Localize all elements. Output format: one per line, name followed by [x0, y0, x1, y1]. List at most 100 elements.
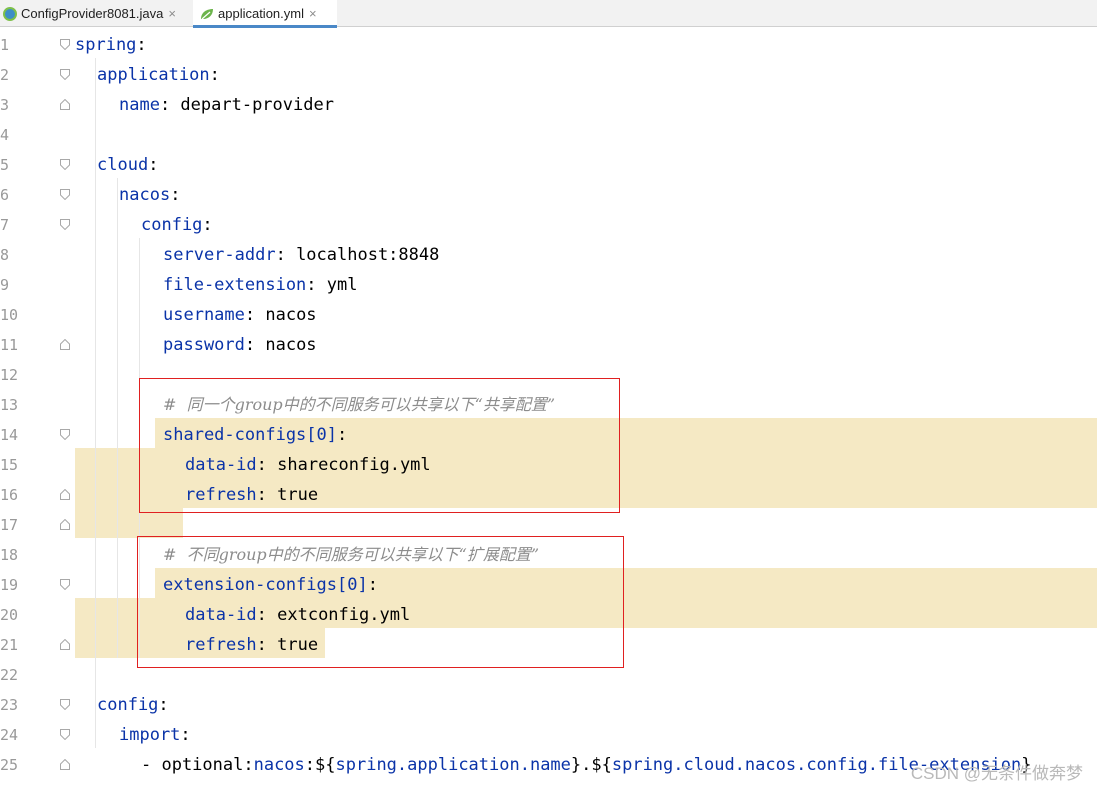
close-icon[interactable]: × — [168, 6, 176, 21]
code-line[interactable]: 8 server-addr: localhost:8848 — [0, 240, 1097, 270]
code-editor[interactable]: 1 spring: 2 application: 3 name: depart-provi… — [0, 28, 1097, 792]
yaml-leaf-icon — [201, 8, 213, 19]
code-line[interactable]: 1 spring: — [0, 30, 1097, 60]
line-number: 8 — [0, 246, 10, 264]
code-text: name: depart-provider — [119, 90, 334, 120]
annotation-box-extension-configs — [137, 536, 624, 668]
line-number: 16 — [0, 486, 19, 504]
code-line[interactable]: 11 password: nacos — [0, 330, 1097, 360]
yaml-value: : localhost:8848 — [275, 245, 440, 265]
line-number: 2 — [0, 66, 10, 84]
code-text: spring: — [75, 30, 147, 60]
yaml-key: spring.application.name — [335, 755, 571, 775]
close-icon[interactable]: × — [309, 6, 317, 21]
code-line[interactable]: 3 name: depart-provider — [0, 90, 1097, 120]
yaml-key: config — [141, 215, 203, 235]
code-text: nacos: — [119, 180, 180, 210]
yaml-value: : nacos — [244, 335, 317, 355]
code-line[interactable]: 24 import: — [0, 720, 1097, 750]
yaml-value: : yml — [306, 275, 358, 295]
code-line[interactable]: 9 file-extension: yml — [0, 270, 1097, 300]
yaml-key: file-extension — [163, 275, 307, 295]
code-line[interactable]: 6 nacos: — [0, 180, 1097, 210]
yaml-key: nacos — [253, 755, 305, 775]
line-number: 4 — [0, 126, 10, 144]
fold-marker-icon[interactable] — [60, 69, 70, 80]
yaml-value: - optional: — [141, 755, 254, 775]
yaml-value: :${ — [304, 755, 336, 775]
fold-marker-icon[interactable] — [60, 339, 70, 350]
code-line[interactable]: 10 username: nacos — [0, 300, 1097, 330]
fold-marker-icon[interactable] — [60, 699, 70, 710]
code-line[interactable]: 7 config: — [0, 210, 1097, 240]
code-text: application: — [97, 60, 220, 90]
yaml-key: nacos — [119, 185, 171, 205]
yaml-key: spring — [75, 35, 137, 55]
fold-marker-icon[interactable] — [60, 519, 70, 530]
line-number: 7 — [0, 216, 10, 234]
yaml-value: : — [170, 185, 181, 205]
yaml-value: : — [209, 65, 220, 85]
line-number: 18 — [0, 546, 19, 564]
annotation-box-shared-configs — [139, 378, 620, 513]
line-number: 20 — [0, 606, 19, 624]
line-number: 14 — [0, 426, 19, 444]
yaml-key: password — [163, 335, 245, 355]
fold-marker-icon[interactable] — [60, 429, 70, 440]
line-number: 9 — [0, 276, 10, 294]
yaml-value: : — [148, 155, 159, 175]
line-number: 11 — [0, 336, 19, 354]
yaml-value: : nacos — [244, 305, 317, 325]
tab-application-yml[interactable]: application.yml × — [193, 0, 337, 28]
line-number: 13 — [0, 396, 19, 414]
tab-config-provider-java[interactable]: ConfigProvider8081.java × — [0, 0, 190, 27]
line-number: 5 — [0, 156, 10, 174]
yaml-key: application — [97, 65, 210, 85]
yaml-value: }.${ — [570, 755, 612, 775]
tab-label: application.yml — [218, 6, 304, 21]
code-text: username: nacos — [163, 300, 317, 330]
watermark: CSDN @无条件做奔梦 — [910, 764, 1083, 783]
yaml-value: : — [158, 695, 169, 715]
yaml-key: import — [119, 725, 181, 745]
yaml-value: : depart-provider — [159, 95, 334, 115]
yaml-key: name — [119, 95, 160, 115]
code-text: import: — [119, 720, 191, 750]
line-number: 1 — [0, 36, 10, 54]
fold-marker-icon[interactable] — [60, 39, 70, 50]
fold-marker-icon[interactable] — [60, 639, 70, 650]
code-text: password: nacos — [163, 330, 317, 360]
code-text: file-extension: yml — [163, 270, 357, 300]
line-number: 6 — [0, 186, 10, 204]
code-line[interactable]: 23 config: — [0, 690, 1097, 720]
fold-marker-icon[interactable] — [60, 759, 70, 770]
fold-marker-icon[interactable] — [60, 189, 70, 200]
line-number: 17 — [0, 516, 19, 534]
fold-marker-icon[interactable] — [60, 99, 70, 110]
fold-marker-icon[interactable] — [60, 729, 70, 740]
java-class-icon — [3, 6, 17, 21]
yaml-value: : — [136, 35, 147, 55]
line-number: 25 — [0, 756, 19, 774]
code-line[interactable]: 5 cloud: — [0, 150, 1097, 180]
line-number: 12 — [0, 366, 19, 384]
yaml-value: : — [202, 215, 213, 235]
line-number: 19 — [0, 576, 19, 594]
line-number: 15 — [0, 456, 19, 474]
fold-marker-icon[interactable] — [60, 159, 70, 170]
line-number: 24 — [0, 726, 19, 744]
fold-marker-icon[interactable] — [60, 489, 70, 500]
code-text: config: — [141, 210, 213, 240]
editor-tab-bar: ConfigProvider8081.java × application.ym… — [0, 0, 1097, 28]
line-number: 10 — [0, 306, 19, 324]
fold-marker-icon[interactable] — [60, 579, 70, 590]
code-text: config: — [97, 690, 169, 720]
fold-marker-icon[interactable] — [60, 219, 70, 230]
code-line[interactable]: 2 application: — [0, 60, 1097, 90]
line-number: 21 — [0, 636, 19, 654]
code-text: - optional:nacos:${spring.application.na… — [141, 750, 1032, 780]
line-number: 23 — [0, 696, 19, 714]
code-line[interactable]: 4 — [0, 120, 1097, 150]
tab-label: ConfigProvider8081.java — [21, 6, 164, 21]
yaml-key: config — [97, 695, 159, 715]
